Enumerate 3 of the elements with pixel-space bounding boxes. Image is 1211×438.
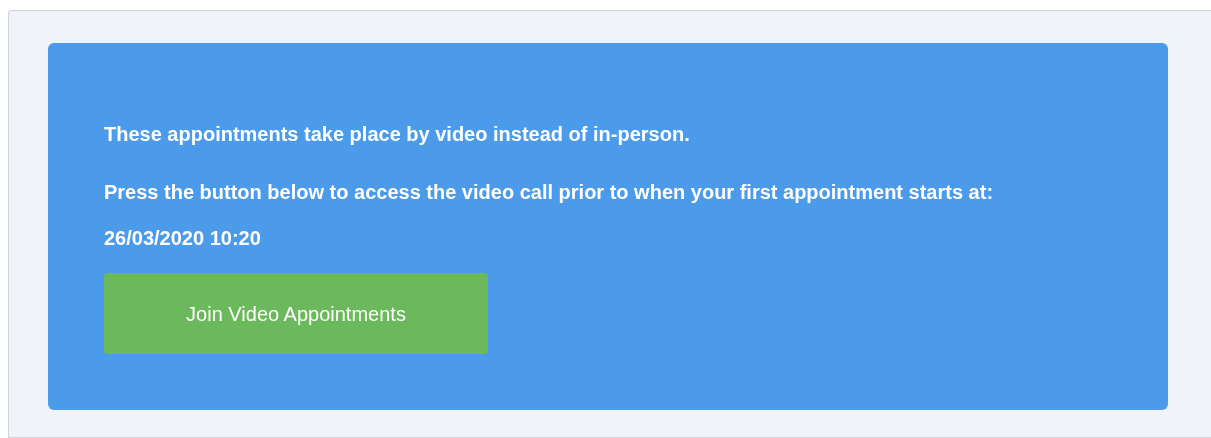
join-video-button[interactable]: Join Video Appointments	[104, 273, 488, 354]
notice-text: Press the button below to access the video call prior to when your first appointment starts at: 26/03/2020 10:20	[104, 180, 994, 251]
notice-text: These appointments take place by video instead of in-person.	[104, 122, 691, 147]
